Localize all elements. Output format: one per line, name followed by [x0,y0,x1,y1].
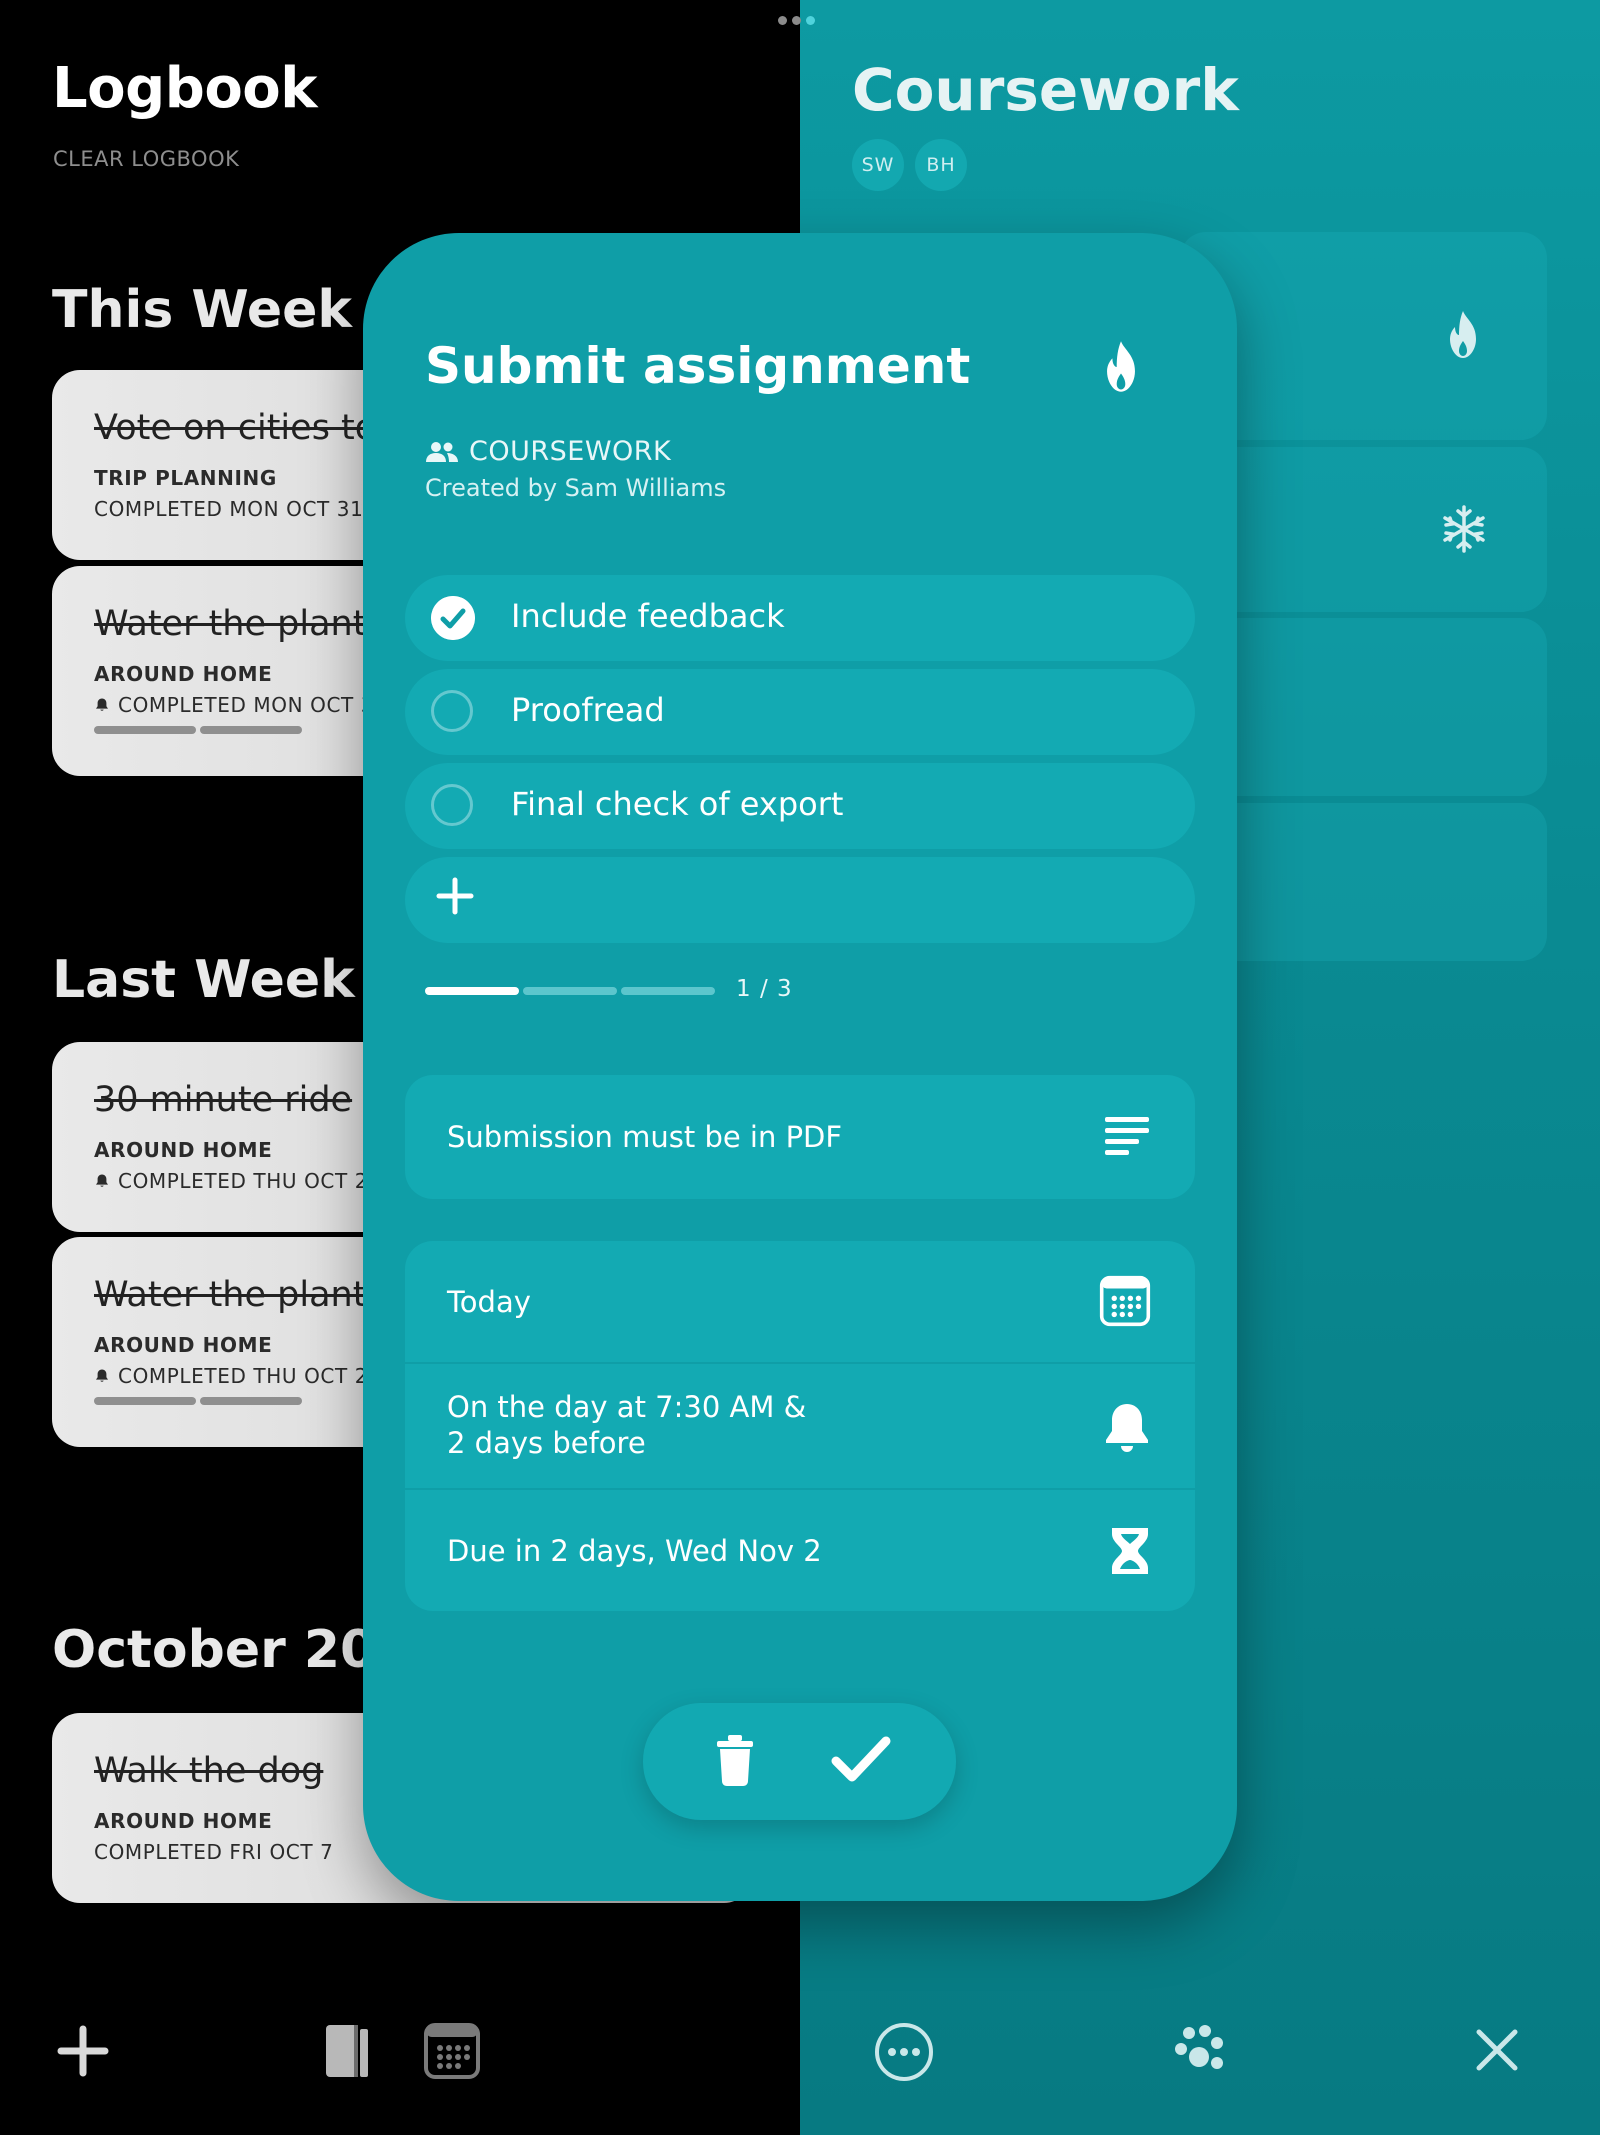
trash-icon[interactable] [715,1733,755,1787]
task-title[interactable]: Submit assignment [425,337,970,395]
checkmark-icon[interactable] [831,1735,891,1785]
bell-icon [96,1369,108,1382]
subtask-label: Proofread [511,691,665,729]
snowflake-icon [1443,505,1485,553]
hourglass-icon[interactable] [1109,1525,1151,1577]
bell-icon[interactable] [1103,1401,1151,1455]
subtask-progress-segment [200,1397,302,1405]
avatar[interactable]: SW [852,139,904,191]
theme-palette-icon[interactable] [1171,2023,1227,2079]
logbook-item-status: COMPLETED THU OCT 27 [94,1364,381,1388]
task-list-label[interactable]: COURSEWORK [425,436,671,467]
subtask-label: Final check of export [511,785,844,823]
logbook-item-status-text: COMPLETED MON OCT 31 [94,497,364,521]
logbook-item-category: TRIP PLANNING [94,466,277,490]
task-creator: Created by Sam Williams [425,474,727,502]
unchecked-circle-icon[interactable] [431,690,473,732]
schedule-block: Today On the day at 7:30 AM & 2 days bef… [405,1241,1195,1611]
reminder-line: 2 days before [447,1426,646,1460]
calendar-icon[interactable] [1099,1275,1151,1327]
logbook-item-status-text: COMPLETED THU OCT 27 [118,1364,382,1388]
subtask-progress-label: 1 / 3 [736,976,793,1002]
subtask-row[interactable]: Include feedback [405,575,1195,661]
flame-icon[interactable] [1096,338,1146,396]
subtask-progress-segment [200,726,302,734]
task-detail-card: Submit assignment COURSEWORK Created by … [363,233,1237,1901]
task-actions-bar [643,1703,956,1820]
more-icon[interactable] [873,2021,935,2083]
multitasking-handle[interactable] [778,16,826,26]
close-icon[interactable] [1474,2027,1520,2073]
logbook-item-status-text: COMPLETED THU OCT 27 [118,1169,382,1193]
logbook-item-status: COMPLETED MON OCT 31 [94,693,387,717]
notes-icon [1105,1117,1149,1155]
calendar-icon[interactable] [423,2022,481,2080]
progress-segment [621,987,715,995]
logbook-item-title: 30 minute ride [94,1080,353,1120]
subtask-row[interactable]: Proofread [405,669,1195,755]
people-icon [426,441,458,462]
date-field[interactable]: Today [447,1284,531,1320]
logbook-item-status: COMPLETED FRI OCT 7 [94,1840,333,1864]
logbook-icon[interactable] [323,2022,373,2082]
progress-segment [523,987,617,995]
logbook-item-title: Walk the dog [94,1751,324,1791]
logbook-item-status-text: COMPLETED MON OCT 31 [118,693,388,717]
logbook-item-title: Water the plants [94,1275,385,1315]
plus-icon[interactable] [435,876,475,916]
flame-icon [1450,311,1476,358]
progress-segment-done [425,987,519,995]
logbook-item-status-text: COMPLETED FRI OCT 7 [94,1840,334,1864]
notes-field[interactable]: Submission must be in PDF [405,1075,1195,1199]
subtask-progress-segment [94,726,196,734]
add-icon[interactable] [55,2023,111,2079]
bell-icon [96,698,108,711]
logbook-item-category: AROUND HOME [94,662,273,686]
logbook-item-status: COMPLETED MON OCT 31 [94,497,363,521]
section-title-last-week: Last Week [52,950,355,1010]
subtask-row[interactable]: Final check of export [405,763,1195,849]
task-list-name: COURSEWORK [469,436,672,467]
logbook-item-category: AROUND HOME [94,1333,273,1357]
subtask-progress-segment [94,1397,196,1405]
notes-text: Submission must be in PDF [447,1120,843,1154]
unchecked-circle-icon[interactable] [431,784,473,826]
section-title-this-week: This Week [52,280,352,340]
subtask-label: Include feedback [511,597,785,635]
logbook-item-title: Water the plants [94,604,385,644]
divider [405,1488,1195,1490]
coursework-title: Coursework [852,56,1239,124]
bell-icon [96,1174,108,1187]
divider [405,1362,1195,1364]
add-subtask-row[interactable] [405,857,1195,943]
reminder-line: On the day at 7:30 AM & [447,1390,807,1424]
logbook-title: Logbook [52,56,318,121]
avatar[interactable]: BH [915,139,967,191]
clear-logbook-button[interactable]: CLEAR LOGBOOK [53,147,239,171]
logbook-item-status: COMPLETED THU OCT 27 [94,1169,381,1193]
logbook-item-category: AROUND HOME [94,1138,273,1162]
reminder-field[interactable]: On the day at 7:30 AM & 2 days before [447,1389,806,1461]
due-field[interactable]: Due in 2 days, Wed Nov 2 [447,1533,822,1569]
logbook-item-category: AROUND HOME [94,1809,273,1833]
checked-circle-icon[interactable] [431,596,475,640]
